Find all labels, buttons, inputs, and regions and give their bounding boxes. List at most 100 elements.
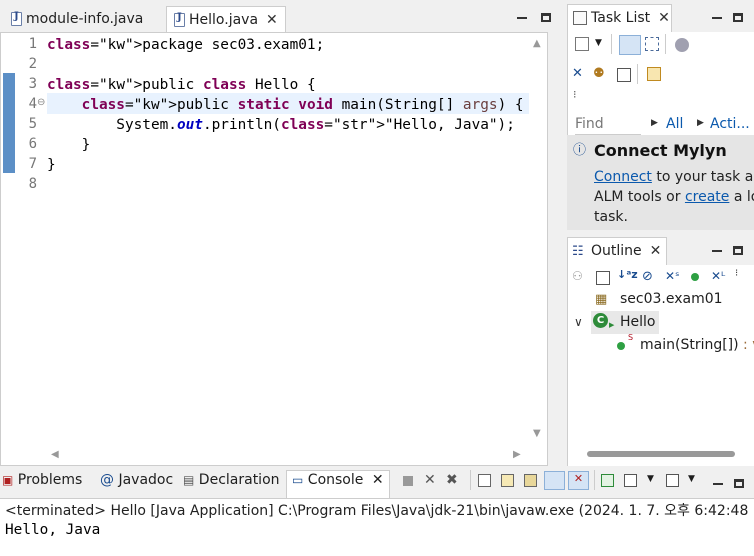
tab-label: Declaration — [198, 472, 280, 488]
horizontal-scrollbar[interactable] — [587, 451, 735, 457]
horizontal-scrollbar[interactable]: ◀ ▶ — [47, 445, 529, 465]
tab-problems[interactable]: ▣ Problems — [2, 472, 82, 488]
open-console-icon[interactable] — [666, 474, 679, 487]
focus-icon[interactable] — [675, 38, 689, 52]
more-icon[interactable]: ⁝ — [573, 88, 577, 101]
pin-console-icon[interactable] — [601, 474, 614, 487]
hide-local-types-icon[interactable]: ✕ᴸ — [711, 269, 725, 283]
line-number: 8 — [28, 176, 37, 192]
change-ruler — [3, 73, 15, 173]
code-line[interactable] — [47, 55, 524, 75]
bottom-panel: ▣ Problems @ Javadoc ▤ Declaration ▭ Con… — [0, 470, 754, 556]
tab-outline[interactable]: ☷ Outline ✕ — [572, 243, 661, 259]
hide-static-icon[interactable]: ✕ˢ — [665, 269, 680, 283]
filter-icon[interactable]: ✕ — [572, 66, 583, 81]
show-stderr-icon[interactable]: ✕ — [568, 471, 589, 490]
scheduled-icon[interactable] — [645, 37, 659, 51]
problems-icon: ▣ — [2, 473, 14, 487]
maximize-icon[interactable] — [734, 476, 744, 490]
chevron-down-icon[interactable]: ▼ — [647, 474, 654, 484]
tab-label: Hello.java — [189, 11, 259, 28]
console-output[interactable]: Hello, Java — [5, 522, 100, 538]
terminate-icon[interactable] — [403, 476, 413, 486]
code-line[interactable]: class="kw">public class Hello { — [47, 75, 524, 95]
close-icon[interactable]: ✕ — [650, 243, 662, 259]
remove-launch-icon[interactable]: ✕ — [424, 472, 436, 488]
display-console-icon[interactable] — [624, 474, 637, 487]
chevron-down-icon[interactable]: ∨ — [574, 315, 583, 329]
code-line[interactable]: } — [47, 155, 524, 175]
word-wrap-icon[interactable] — [524, 474, 537, 487]
show-stdout-icon[interactable] — [544, 471, 565, 490]
fold-icon[interactable]: ⊖ — [37, 97, 45, 108]
tab-label: Problems — [17, 472, 83, 488]
clear-console-icon[interactable] — [478, 474, 491, 487]
create-link[interactable]: create — [685, 189, 729, 205]
collapse-all-icon[interactable] — [596, 271, 610, 285]
maximize-icon[interactable] — [733, 243, 743, 257]
task-list-pane: Task List ✕ ▼ ✕ ⚉ ⁝ Find ▶ All ▶ Acti...… — [567, 4, 754, 230]
tab-module-info[interactable]: module-info.java — [4, 6, 150, 32]
tab-label: Javadoc — [118, 472, 174, 488]
method-label: main(String[]) — [640, 337, 739, 353]
code-line[interactable]: System.out.println(class="str">"Hello, J… — [47, 115, 524, 135]
scroll-lock-icon[interactable] — [501, 474, 514, 487]
chevron-down-icon[interactable]: ▼ — [595, 38, 602, 48]
minimize-icon[interactable] — [712, 10, 722, 24]
tab-label: module-info.java — [26, 11, 144, 27]
javadoc-icon: @ — [100, 472, 114, 488]
people-icon[interactable]: ⚉ — [593, 66, 605, 81]
activate-link[interactable]: Acti... — [710, 116, 750, 132]
static-icon: S — [628, 333, 634, 342]
new-task-icon[interactable] — [575, 37, 589, 51]
all-filter-link[interactable]: All — [666, 116, 683, 132]
java-file-icon — [174, 12, 185, 27]
categorized-icon[interactable] — [619, 35, 641, 55]
package-icon: ▦ — [595, 292, 608, 307]
line-number: 3 — [28, 76, 37, 92]
maximize-icon[interactable] — [541, 10, 551, 24]
tree-class[interactable]: Hello — [620, 314, 656, 330]
focus-icon[interactable]: ⚇ — [572, 269, 583, 283]
close-icon[interactable]: ✕ — [266, 12, 278, 28]
minimize-icon[interactable] — [712, 243, 722, 257]
vertical-scrollbar[interactable]: ▲ ▼ — [529, 34, 547, 446]
run-icon: ▶ — [609, 321, 615, 329]
tab-console[interactable]: ▭ Console ✕ — [292, 472, 384, 488]
minimize-icon[interactable] — [517, 10, 527, 24]
code-text[interactable]: class="kw">package sec03.exam01; class="… — [47, 35, 524, 195]
tree-method[interactable]: main(String[]) : v — [640, 337, 754, 353]
chevron-down-icon[interactable]: ▼ — [688, 474, 695, 484]
close-icon[interactable]: ✕ — [658, 10, 670, 26]
line-number: 2 — [28, 56, 37, 72]
tree-package[interactable]: sec03.exam01 — [620, 291, 723, 307]
code-line[interactable]: class="kw">package sec03.exam01; — [47, 35, 524, 55]
hide-nonpublic-icon[interactable] — [691, 273, 699, 281]
outline-pane: ☷ Outline ✕ ⚇ ↓ᵃz ⊘ ✕ˢ ✕ᴸ ⁝ ▦ sec03.exam… — [567, 237, 754, 466]
remove-all-icon[interactable]: ✖ — [446, 472, 458, 488]
maximize-icon[interactable] — [733, 10, 743, 24]
hide-fields-icon[interactable]: ⊘ — [642, 269, 653, 284]
sync-icon[interactable] — [647, 67, 661, 81]
tab-hello-java[interactable]: Hello.java ✕ — [166, 6, 286, 32]
line-number: 4 — [28, 96, 37, 112]
tab-task-list[interactable]: Task List ✕ — [573, 10, 670, 26]
find-input[interactable]: Find — [575, 115, 641, 135]
tab-javadoc[interactable]: @ Javadoc — [100, 472, 173, 488]
line-number: 1 — [28, 36, 37, 52]
code-editor[interactable]: 1 2 3 4 ⊖ 5 6 7 8 class="kw">package sec… — [0, 32, 548, 466]
code-line[interactable]: } — [47, 135, 524, 155]
close-icon[interactable]: ✕ — [372, 472, 384, 488]
sort-icon[interactable]: ↓ᵃz — [617, 268, 638, 281]
code-line[interactable]: class="kw">public static void main(Strin… — [47, 95, 524, 115]
declaration-icon: ▤ — [183, 473, 195, 487]
code-line[interactable] — [47, 175, 524, 195]
tab-declaration[interactable]: ▤ Declaration — [183, 472, 280, 488]
minimize-icon[interactable] — [713, 476, 723, 490]
connect-link[interactable]: Connect — [594, 169, 652, 185]
mylyn-title: Connect Mylyn — [594, 141, 727, 160]
more-icon[interactable]: ⁝ — [735, 268, 738, 279]
mylyn-text: ALM tools or — [594, 189, 685, 205]
collapse-all-icon[interactable] — [617, 68, 631, 82]
line-number: 6 — [28, 136, 37, 152]
